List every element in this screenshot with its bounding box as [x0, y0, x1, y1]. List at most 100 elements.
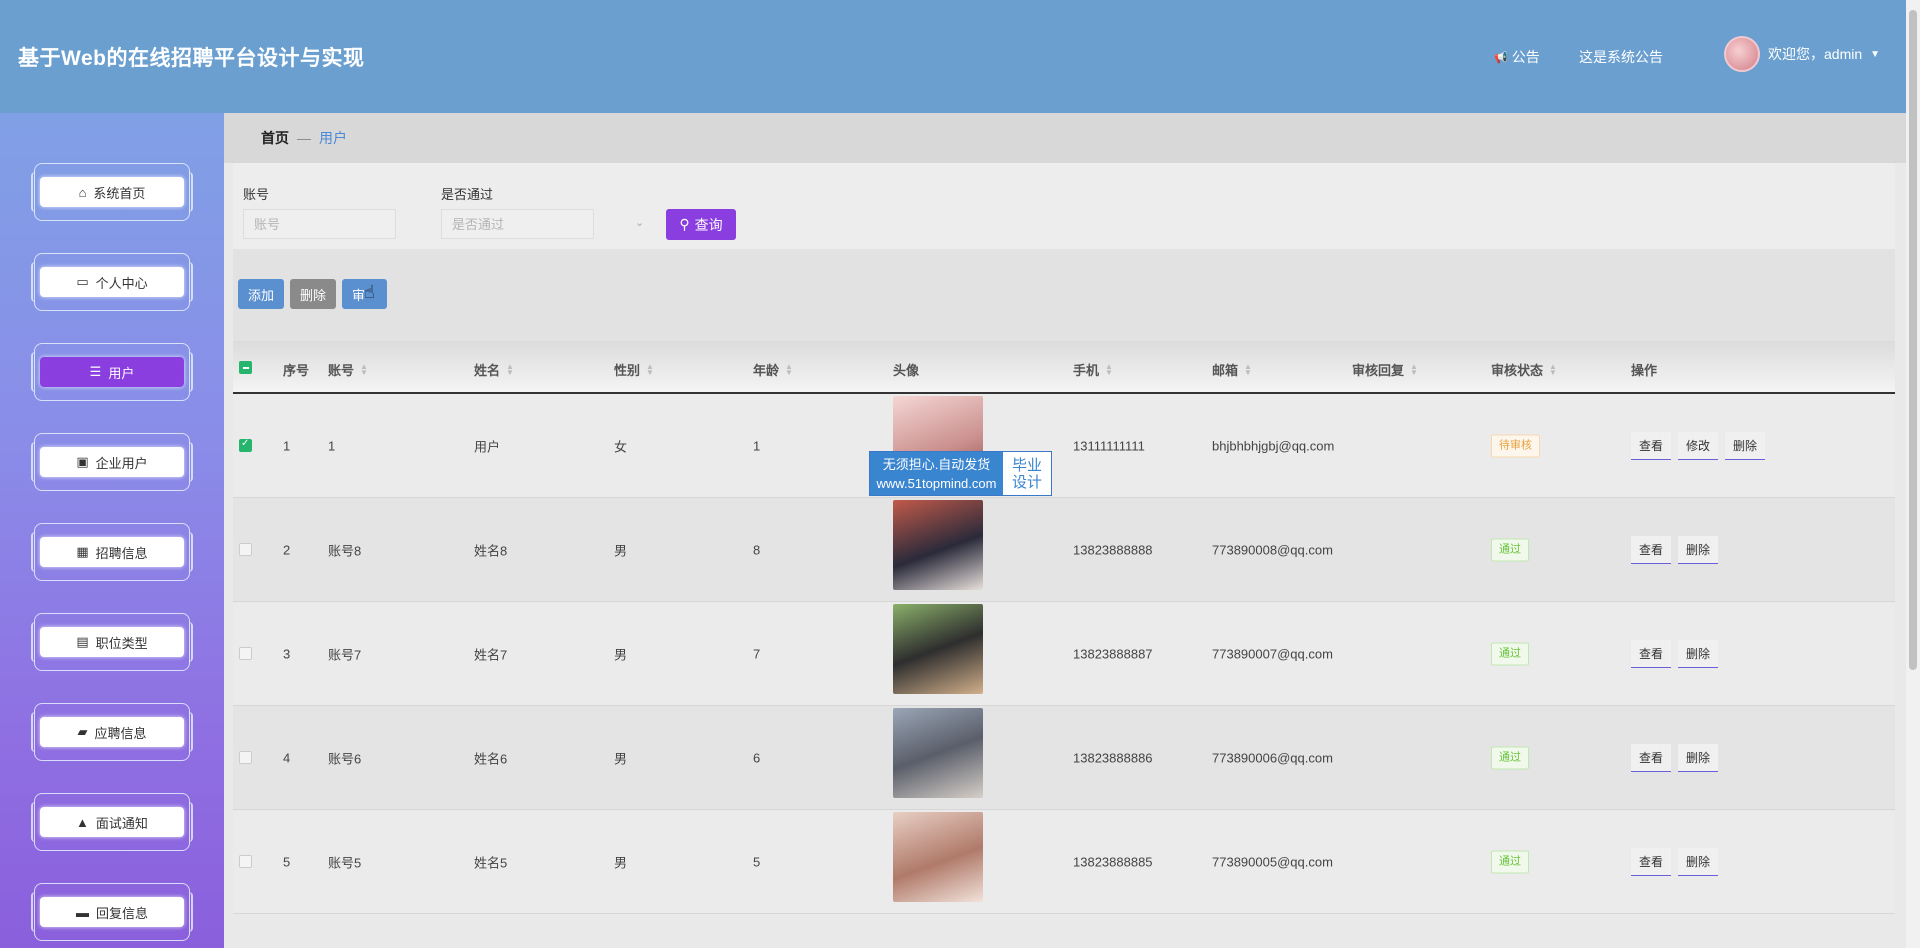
row-checkbox[interactable]: [239, 855, 252, 868]
sidebar-item-5[interactable]: ▤ 职位类型: [31, 613, 193, 671]
th-reply[interactable]: 审核回复 ▲ ▼: [1352, 360, 1418, 379]
search-icon: ⚲: [679, 216, 690, 232]
row-op-button[interactable]: 删除: [1725, 431, 1766, 460]
watermark-line2: www.51topmind.com: [876, 475, 997, 491]
sidebar-item-label: 面试通知: [95, 815, 148, 831]
sidebar-item-label: 回复信息: [95, 905, 148, 921]
cell-age: 7: [753, 646, 761, 661]
scroll-thumb[interactable]: [1909, 10, 1917, 670]
sidebar-item-1[interactable]: ▭ 个人中心: [31, 253, 193, 311]
menu-button[interactable]: ▲ 面试通知: [40, 807, 184, 837]
user-menu[interactable]: 欢迎您，admin ▼: [1724, 36, 1880, 72]
cell-email: 773890008@qq.com: [1212, 542, 1333, 557]
user-photo[interactable]: [893, 812, 983, 902]
sidebar-item-7[interactable]: ▲ 面试通知: [31, 793, 193, 851]
app-title: 基于Web的在线招聘平台设计与实现: [18, 47, 365, 70]
sidebar-item-label: 个人中心: [95, 275, 148, 291]
th-gender[interactable]: 性别 ▲ ▼: [614, 360, 654, 379]
query-button[interactable]: ⚲ 查询: [666, 209, 736, 240]
notice-link[interactable]: 📢 公告: [1494, 47, 1540, 67]
th-email[interactable]: 邮箱 ▲ ▼: [1212, 360, 1252, 379]
row-op-button[interactable]: 删除: [1678, 743, 1719, 772]
menu-button[interactable]: ⌂ 系统首页: [40, 177, 184, 207]
menu-button[interactable]: ▭ 个人中心: [40, 267, 184, 297]
row-op-button[interactable]: 删除: [1678, 535, 1719, 564]
table-row: 3 账号7 姓名7 男 7 13823888887 773890007@qq.com 通过 查看…: [233, 602, 1895, 706]
table-header: 序号 账号 ▲ ▼ 姓名 ▲ ▼ 性别 ▲ ▼ 年龄 ▲ ▼ 头像 手机 ▲ ▼ 邮箱 ▲ ▼ 审核回复…: [233, 341, 1895, 394]
breadcrumb-current: 用户: [319, 130, 347, 146]
cell-account: 账号7: [328, 647, 362, 662]
row-op-button[interactable]: 查看: [1631, 431, 1672, 460]
sidebar-item-2[interactable]: ☰ 用户: [31, 343, 193, 401]
watermark-line1: 无须担心.自动发货: [882, 456, 991, 472]
add-button[interactable]: 添加: [238, 279, 285, 309]
cell-age: 8: [753, 542, 761, 557]
watermark-right: 毕业 设计: [1003, 452, 1051, 495]
ticket-icon: ▰: [77, 724, 88, 739]
cell-account: 账号5: [328, 855, 362, 870]
page-scrollbar[interactable]: [1906, 0, 1920, 948]
cell-gender: 女: [614, 439, 628, 454]
th-name[interactable]: 姓名 ▲ ▼: [474, 360, 514, 379]
sidebar-item-3[interactable]: ▣ 企业用户: [31, 433, 193, 491]
row-op-button[interactable]: 查看: [1631, 535, 1672, 564]
row-checkbox[interactable]: [239, 543, 252, 556]
megaphone-icon: 📢: [1494, 51, 1508, 64]
row-checkbox[interactable]: [239, 751, 252, 764]
clipboard-icon: ▤: [76, 634, 89, 649]
cell-index: 3: [283, 646, 291, 661]
menu-button[interactable]: ▬ 回复信息: [40, 897, 184, 927]
th-age[interactable]: 年龄 ▲ ▼: [753, 360, 793, 379]
user-photo[interactable]: [893, 604, 983, 694]
th-status[interactable]: 审核状态 ▲ ▼: [1491, 360, 1557, 379]
menu-button[interactable]: ▤ 职位类型: [40, 627, 184, 657]
breadcrumb-home[interactable]: 首页: [261, 128, 289, 148]
avatar: [1724, 36, 1760, 72]
menu-button[interactable]: ▰ 应聘信息: [40, 717, 184, 747]
sidebar-item-label: 企业用户: [95, 455, 148, 471]
search-panel: 账号 是否通过 ⌄ ⚲ 查询: [233, 163, 1895, 249]
th-index: 序号: [283, 363, 310, 378]
row-op-button[interactable]: 查看: [1631, 743, 1672, 772]
th-account[interactable]: 账号 ▲ ▼: [328, 360, 368, 379]
cell-index: 1: [283, 438, 291, 453]
breadcrumb-separator: —: [297, 130, 311, 146]
table-row: 5 账号5 姓名5 男 5 13823888885 773890005@qq.com 通过 查看…: [233, 810, 1895, 914]
user-photo[interactable]: [893, 708, 983, 798]
row-checkbox[interactable]: [239, 438, 252, 452]
sidebar-item-label: 职位类型: [95, 635, 148, 651]
watermark-banner: 无须担心.自动发货 www.51topmind.com 毕业 设计: [869, 451, 1052, 496]
th-phone[interactable]: 手机 ▲ ▼: [1073, 360, 1113, 379]
sidebar-item-0[interactable]: ⌂ 系统首页: [31, 163, 193, 221]
delete-button[interactable]: 删除: [290, 279, 337, 309]
cell-age: 1: [753, 438, 761, 453]
cell-name: 姓名5: [474, 855, 508, 870]
sort-icon: ▲ ▼: [1105, 361, 1113, 377]
cell-phone: 13111111111: [1073, 438, 1145, 453]
cell-email: 773890005@qq.com: [1212, 854, 1333, 869]
table-body: 11用户女113111111111bhjbhbhjgbj@qq.com待审核查看…: [233, 394, 1895, 914]
row-op-button[interactable]: 查看: [1631, 639, 1672, 668]
sidebar-item-4[interactable]: ▦ 招聘信息: [31, 523, 193, 581]
menu-button[interactable]: ▣ 企业用户: [40, 447, 184, 477]
user-photo[interactable]: [893, 500, 983, 590]
row-op-button[interactable]: 删除: [1678, 639, 1719, 668]
select-all-checkbox[interactable]: [239, 361, 252, 374]
cell-phone: 13823888887: [1073, 646, 1153, 661]
menu-button[interactable]: ▦ 招聘信息: [40, 537, 184, 567]
menu-button[interactable]: ☰ 用户: [40, 357, 184, 387]
cell-gender: 男: [614, 543, 628, 558]
sort-icon: ▲ ▼: [1410, 361, 1418, 377]
row-op-button[interactable]: 删除: [1678, 847, 1719, 876]
approved-select[interactable]: [441, 209, 594, 239]
sidebar-item-8[interactable]: ▬ 回复信息: [31, 883, 193, 941]
sort-icon: ▲ ▼: [1549, 361, 1557, 377]
row-checkbox[interactable]: [239, 647, 252, 660]
query-button-label: 查询: [694, 216, 723, 233]
account-input[interactable]: [243, 209, 396, 239]
sidebar-item-6[interactable]: ▰ 应聘信息: [31, 703, 193, 761]
row-op-button[interactable]: 修改: [1678, 431, 1719, 460]
cell-age: 5: [753, 854, 761, 869]
sidebar-item-label: 用户: [108, 365, 135, 381]
row-op-button[interactable]: 查看: [1631, 847, 1672, 876]
